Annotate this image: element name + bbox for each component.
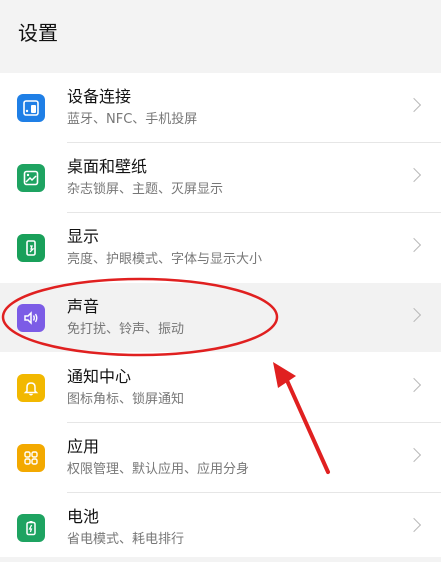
speaker-icon	[17, 304, 45, 332]
settings-item-device-connection[interactable]: 设备连接 蓝牙、NFC、手机投屏	[0, 73, 441, 142]
battery-icon	[17, 514, 45, 542]
chevron-right-icon	[406, 517, 422, 533]
settings-item-subtitle: 蓝牙、NFC、手机投屏	[67, 112, 198, 127]
settings-item-title: 通知中心	[67, 367, 132, 386]
settings-item-battery[interactable]: 电池 省电模式、耗电排行	[0, 493, 441, 562]
bell-icon	[17, 374, 45, 402]
settings-item-title: 桌面和壁纸	[67, 157, 148, 176]
settings-item-subtitle: 权限管理、默认应用、应用分身	[67, 462, 250, 477]
settings-header: 设置	[0, 0, 441, 63]
settings-item-notification[interactable]: 通知中心 图标角标、锁屏通知	[0, 353, 441, 422]
page-title: 设置	[18, 21, 58, 45]
settings-item-subtitle: 图标角标、锁屏通知	[67, 392, 185, 407]
settings-item-title: 电池	[67, 507, 100, 526]
settings-item-title: 应用	[67, 437, 100, 456]
settings-item-display[interactable]: 显示 亮度、护眼模式、字体与显示大小	[0, 213, 441, 282]
device-connection-icon	[17, 94, 45, 122]
wallpaper-icon	[17, 164, 45, 192]
settings-item-wallpaper[interactable]: 桌面和壁纸 杂志锁屏、主题、灭屏显示	[0, 143, 441, 212]
settings-item-title: 设备连接	[67, 87, 132, 106]
display-icon	[17, 234, 45, 262]
chevron-right-icon	[406, 97, 422, 113]
settings-item-title: 声音	[67, 297, 100, 316]
settings-item-apps[interactable]: 应用 权限管理、默认应用、应用分身	[0, 423, 441, 492]
chevron-right-icon	[406, 307, 422, 323]
settings-item-subtitle: 免打扰、铃声、振动	[67, 322, 185, 337]
apps-grid-icon	[17, 444, 45, 472]
settings-item-subtitle: 亮度、护眼模式、字体与显示大小	[67, 252, 263, 267]
settings-list: 设备连接 蓝牙、NFC、手机投屏 桌面和壁纸 杂志锁屏、主题、灭屏显示 显示 亮…	[0, 73, 441, 557]
chevron-right-icon	[406, 377, 422, 393]
settings-item-subtitle: 省电模式、耗电排行	[67, 532, 185, 547]
settings-item-subtitle: 杂志锁屏、主题、灭屏显示	[67, 182, 224, 197]
chevron-right-icon	[406, 167, 422, 183]
settings-item-title: 显示	[67, 227, 100, 246]
chevron-right-icon	[406, 447, 422, 463]
settings-item-sound[interactable]: 声音 免打扰、铃声、振动	[0, 283, 441, 352]
chevron-right-icon	[406, 237, 422, 253]
